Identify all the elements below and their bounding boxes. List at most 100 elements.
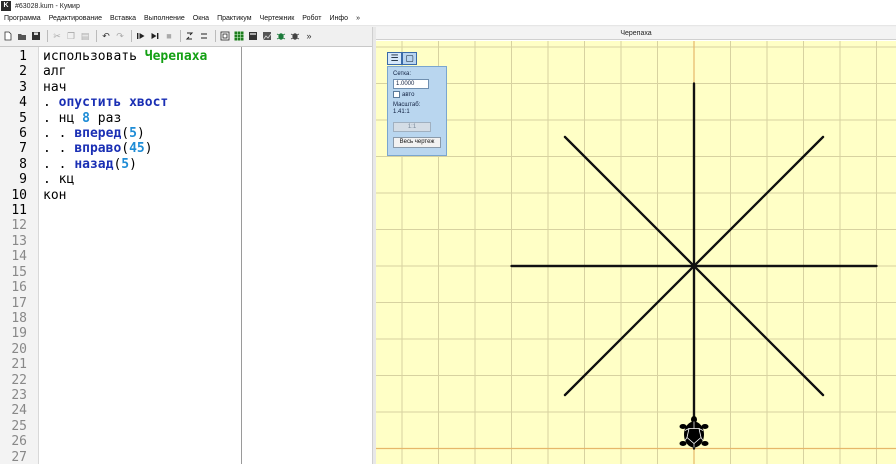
tool-a-icon[interactable] bbox=[247, 30, 259, 42]
code-line[interactable]: . нц 8 раз bbox=[43, 111, 241, 126]
step-out-icon[interactable] bbox=[198, 30, 210, 42]
code-token: 5 bbox=[121, 156, 130, 172]
line-number: 2 bbox=[19, 64, 27, 80]
grid-label: Сетка: bbox=[393, 71, 411, 77]
copy-icon[interactable]: ❐ bbox=[65, 30, 77, 42]
turtle-canvas[interactable] bbox=[376, 41, 896, 464]
turtle-canvas-area[interactable] bbox=[376, 41, 896, 464]
menu-overflow[interactable]: » bbox=[352, 15, 364, 22]
redo-icon[interactable]: ↷ bbox=[114, 30, 126, 42]
code-line[interactable]: использовать Черепаха bbox=[43, 49, 241, 64]
line-number: 9 bbox=[19, 172, 27, 188]
turtle-window: Черепаха bbox=[376, 27, 896, 464]
turtle-control-panel: Сетка: 1.0000 авто Масштаб: 1.41:1 1:1 В… bbox=[387, 66, 447, 156]
grid-icon[interactable]: ▢ bbox=[402, 52, 417, 65]
code-token: . bbox=[43, 95, 59, 111]
auto-checkbox[interactable] bbox=[393, 91, 400, 98]
menu-run[interactable]: Выполнение bbox=[140, 15, 189, 22]
code-token: ) bbox=[144, 141, 153, 157]
title-bar: K #63028.kum - Кумир bbox=[0, 0, 896, 12]
run-step-icon[interactable] bbox=[149, 30, 161, 42]
line-number: 21 bbox=[11, 357, 27, 373]
line-number: 18 bbox=[11, 310, 27, 326]
toolbar-separator bbox=[215, 30, 216, 42]
code-token: . нц bbox=[43, 110, 83, 126]
save-icon[interactable] bbox=[30, 30, 42, 42]
cut-icon[interactable]: ✂ bbox=[51, 30, 63, 42]
toolbar: ✂ ❐ ▤ ↶ ↷ ■ » bbox=[0, 27, 372, 45]
code-line[interactable]: нач bbox=[43, 80, 241, 95]
code-token: алг bbox=[43, 64, 67, 80]
paste-icon[interactable]: ▤ bbox=[79, 30, 91, 42]
code-token: использовать bbox=[43, 49, 145, 64]
scale-label: Масштаб: bbox=[393, 102, 421, 108]
undo-icon[interactable]: ↶ bbox=[100, 30, 112, 42]
line-number: 13 bbox=[11, 233, 27, 249]
line-number: 4 bbox=[19, 95, 27, 111]
code-line[interactable]: алг bbox=[43, 64, 241, 79]
auto-checkbox-row[interactable]: авто bbox=[393, 91, 441, 98]
control-tabs: ☰ ▢ bbox=[387, 52, 417, 65]
menu-edit[interactable]: Редактирование bbox=[45, 15, 106, 22]
step-in-icon[interactable] bbox=[184, 30, 196, 42]
code-token: . . bbox=[43, 156, 75, 172]
run-icon[interactable] bbox=[135, 30, 147, 42]
code-token: вправо bbox=[74, 141, 122, 157]
code-token: 5 bbox=[129, 125, 137, 141]
menu-program[interactable]: Программа bbox=[0, 15, 45, 22]
line-number: 15 bbox=[11, 264, 27, 280]
code-text[interactable]: использовать Черепаха алг нач. опустить хв… bbox=[43, 49, 241, 203]
whole-drawing-button[interactable]: Весь чертеж bbox=[393, 137, 441, 148]
menu-windows[interactable]: Окна bbox=[189, 15, 213, 22]
code-line[interactable]: кон bbox=[43, 188, 241, 203]
line-number-gutter: 1 2 3 4 5 6 7 8 9 10 11 12 13 14 15 16 17 18 19 20 21 22 23 24 2… bbox=[0, 47, 39, 464]
toolbar-separator bbox=[131, 30, 132, 42]
code-line[interactable]: . . назад(5) bbox=[43, 157, 241, 172]
one-to-one-button[interactable]: 1:1 bbox=[393, 122, 431, 132]
code-token: раз bbox=[89, 110, 122, 126]
line-number: 27 bbox=[11, 449, 27, 464]
line-number: 20 bbox=[11, 341, 27, 357]
bug-alt-icon[interactable] bbox=[289, 30, 301, 42]
line-number: 7 bbox=[19, 141, 27, 157]
code-line[interactable]: . опустить хвост bbox=[43, 95, 241, 110]
robot-field-icon[interactable] bbox=[233, 30, 245, 42]
turtle-body-part bbox=[679, 424, 687, 429]
code-token: Черепаха bbox=[144, 49, 208, 64]
menu-insert[interactable]: Вставка bbox=[106, 15, 140, 22]
menu-info[interactable]: Инфо bbox=[326, 15, 353, 22]
line-number: 16 bbox=[11, 280, 27, 296]
menu-practicum[interactable]: Практикум bbox=[213, 15, 255, 22]
menu-drawer[interactable]: Чертежник bbox=[256, 15, 299, 22]
code-editor[interactable]: 1 2 3 4 5 6 7 8 9 10 11 12 13 14 15 16 17 18 19 20 21 22 23 24 2… bbox=[0, 46, 372, 464]
line-number: 14 bbox=[11, 249, 27, 265]
code-token: опустить хвост bbox=[58, 95, 169, 111]
code-token: ( bbox=[121, 141, 130, 157]
code-token: кон bbox=[43, 187, 67, 203]
line-number: 6 bbox=[19, 126, 27, 142]
toolbar-separator bbox=[180, 30, 181, 42]
line-number: 23 bbox=[11, 387, 27, 403]
bug-icon[interactable] bbox=[275, 30, 287, 42]
list-icon[interactable]: ☰ bbox=[387, 52, 402, 65]
line-number: 17 bbox=[11, 295, 27, 311]
new-file-icon[interactable] bbox=[2, 30, 14, 42]
turtle-body-part bbox=[701, 441, 709, 446]
stop-icon[interactable]: ■ bbox=[163, 30, 175, 42]
tool-b-icon[interactable] bbox=[261, 30, 273, 42]
code-token: . . bbox=[43, 125, 75, 141]
code-line[interactable]: . . вправо(45) bbox=[43, 141, 241, 156]
toolbar-separator bbox=[47, 30, 48, 42]
auto-label: авто bbox=[402, 91, 415, 98]
code-line[interactable]: . кц bbox=[43, 172, 241, 187]
code-line[interactable]: . . вперед(5) bbox=[43, 126, 241, 141]
code-token: ) bbox=[129, 156, 137, 172]
menu-robot[interactable]: Робот bbox=[298, 15, 325, 22]
line-number: 3 bbox=[19, 79, 27, 95]
open-folder-icon[interactable] bbox=[16, 30, 28, 42]
code-token: вперед bbox=[74, 125, 122, 141]
drawer-icon[interactable] bbox=[219, 30, 231, 42]
more-icon[interactable]: » bbox=[303, 30, 315, 42]
editor-margin-area bbox=[242, 47, 372, 464]
grid-step-input[interactable]: 1.0000 bbox=[393, 79, 429, 89]
